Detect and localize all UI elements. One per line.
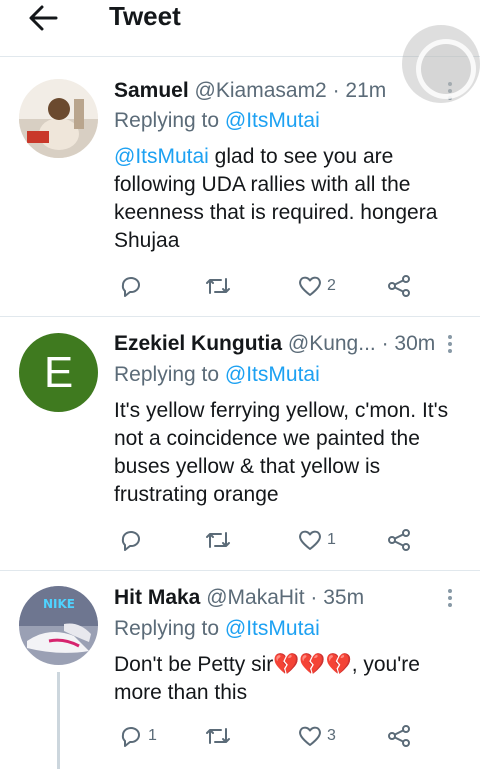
tweet-text: It's yellow ferrying yellow, c'mon. It's…	[114, 399, 449, 506]
like-button[interactable]: 3	[297, 722, 336, 750]
replying-to-link[interactable]: @ItsMutai	[225, 617, 320, 640]
tweet-divider	[0, 570, 480, 571]
avatar-photo	[19, 79, 98, 158]
reply-icon	[121, 531, 140, 551]
replying-to-link[interactable]: @ItsMutai	[225, 109, 320, 132]
avatar[interactable]: NIKE	[19, 586, 98, 665]
reply-button[interactable]	[118, 272, 148, 300]
avatar-letter: E	[43, 348, 74, 397]
share-button[interactable]	[386, 272, 412, 300]
user-handle[interactable]: @MakaHit	[206, 586, 304, 609]
tweet-text: Don't be Petty sir💔💔💔, you're more than …	[114, 653, 420, 704]
more-vertical-icon	[445, 589, 455, 607]
share-button[interactable]	[386, 722, 412, 750]
retweet-icon	[206, 728, 230, 744]
retweet-button[interactable]	[204, 722, 236, 750]
mention-link[interactable]: @ItsMutai	[114, 145, 209, 168]
tweet-actions: 2	[114, 272, 454, 302]
more-options-button[interactable]	[445, 587, 455, 609]
display-name[interactable]: Hit Maka	[114, 586, 200, 609]
tweet-divider	[0, 316, 480, 317]
share-button[interactable]	[386, 526, 412, 554]
retweet-button[interactable]	[204, 272, 236, 300]
tweet-text: @ItsMutai glad to see you are following …	[114, 145, 438, 252]
timestamp: 35m	[323, 586, 365, 609]
share-icon	[388, 529, 410, 551]
retweet-icon	[206, 278, 230, 294]
reply-button[interactable]	[118, 526, 148, 554]
user-handle[interactable]: @Kiamasam2	[195, 79, 327, 102]
thread-connector	[57, 672, 60, 769]
display-name[interactable]: Samuel	[114, 79, 189, 102]
tweet-meta: Hit Maka @MakaHit · 35m	[114, 586, 365, 609]
reply-button[interactable]: 1	[118, 722, 157, 750]
like-icon	[299, 276, 321, 296]
replying-to: Replying to @ItsMutai	[114, 363, 320, 386]
like-count: 2	[327, 277, 336, 294]
replying-to: Replying to @ItsMutai	[114, 617, 320, 640]
timestamp: 30m	[394, 332, 436, 355]
page-title: Tweet	[109, 1, 181, 31]
broken-heart-emoji: 💔💔💔	[273, 653, 352, 676]
reply-icon	[121, 727, 140, 747]
tweet-meta: Ezekiel Kungutia @Kung... · 30m	[114, 332, 436, 355]
like-button[interactable]: 1	[297, 526, 336, 554]
replying-to-link[interactable]: @ItsMutai	[225, 363, 320, 386]
retweet-button[interactable]	[204, 526, 236, 554]
back-arrow-icon	[29, 5, 58, 31]
display-name[interactable]: Ezekiel Kungutia	[114, 332, 282, 355]
like-count: 3	[327, 727, 336, 744]
replying-to: Replying to @ItsMutai	[114, 109, 320, 132]
tweet-actions: 1	[114, 526, 454, 556]
retweet-icon	[206, 532, 230, 548]
like-icon	[299, 530, 321, 550]
like-count: 1	[327, 531, 336, 548]
share-icon	[388, 725, 410, 747]
svg-text:NIKE: NIKE	[43, 597, 75, 611]
touch-indicator	[402, 25, 480, 103]
tweet-actions: 1 3	[114, 722, 454, 752]
reply-icon	[121, 277, 140, 297]
like-button[interactable]: 2	[297, 272, 336, 300]
back-button[interactable]	[22, 2, 62, 34]
avatar-photo: NIKE	[19, 586, 98, 665]
timestamp: 21m	[345, 79, 387, 102]
user-handle[interactable]: @Kung...	[288, 332, 376, 355]
more-options-button[interactable]	[445, 333, 455, 355]
like-icon	[299, 726, 321, 746]
share-icon	[388, 275, 410, 297]
reply-count: 1	[148, 727, 157, 744]
tweet-meta: Samuel @Kiamasam2 · 21m	[114, 79, 387, 102]
more-vertical-icon	[445, 335, 455, 353]
avatar[interactable]: E	[19, 333, 98, 412]
avatar[interactable]	[19, 79, 98, 158]
